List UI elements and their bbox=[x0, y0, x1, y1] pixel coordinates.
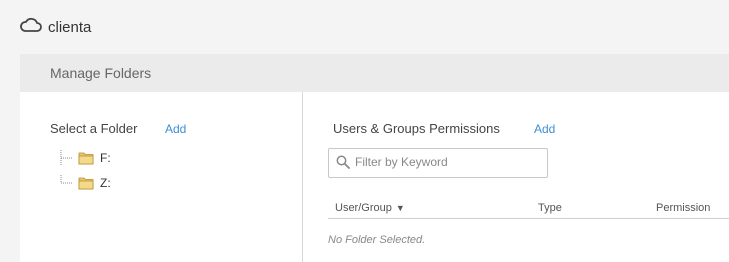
tree-branch-icon bbox=[60, 150, 72, 166]
select-folder-label: Select a Folder bbox=[50, 121, 138, 136]
column-divider bbox=[302, 92, 303, 262]
table-header-divider bbox=[328, 218, 729, 219]
add-folder-link[interactable]: Add bbox=[165, 122, 186, 136]
column-header-type[interactable]: Type bbox=[538, 202, 562, 214]
column-header-user-group[interactable]: User/Group ▼ bbox=[335, 202, 405, 214]
manage-folders-panel: Manage Folders Select a Folder Add F: Z:… bbox=[20, 54, 729, 262]
sort-down-icon: ▼ bbox=[395, 203, 405, 213]
filter-box bbox=[328, 148, 548, 178]
cloud-icon bbox=[20, 17, 42, 32]
column-header-permission[interactable]: Permission bbox=[656, 202, 710, 214]
panel-header: Manage Folders bbox=[20, 54, 729, 92]
panel-title: Manage Folders bbox=[50, 65, 152, 81]
app-title: clienta bbox=[48, 19, 92, 36]
folder-tree-item[interactable]: F: bbox=[58, 150, 158, 166]
permissions-label: Users & Groups Permissions bbox=[333, 121, 500, 136]
top-bar: clienta bbox=[0, 0, 729, 54]
folder-label: F: bbox=[100, 151, 111, 165]
folder-icon bbox=[78, 177, 94, 190]
empty-state-message: No Folder Selected. bbox=[328, 234, 426, 246]
column-header-label: User/Group bbox=[335, 202, 392, 214]
folder-icon bbox=[78, 152, 94, 165]
folder-label: Z: bbox=[100, 176, 111, 190]
folder-tree-item[interactable]: Z: bbox=[58, 175, 158, 191]
search-icon bbox=[336, 155, 350, 169]
add-permission-link[interactable]: Add bbox=[534, 122, 555, 136]
tree-branch-icon bbox=[60, 175, 72, 184]
filter-input[interactable] bbox=[355, 153, 541, 171]
